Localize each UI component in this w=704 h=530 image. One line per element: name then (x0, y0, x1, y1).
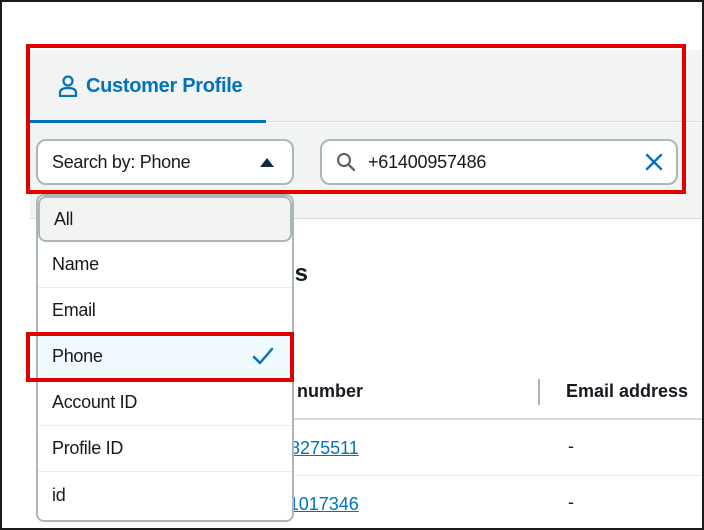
dropdown-option-name[interactable]: Name (38, 242, 292, 288)
search-value: +61400957486 (368, 151, 487, 172)
search-by-dropdown: All Name Email Phone Account ID Profile … (36, 194, 294, 522)
caret-up-icon (260, 158, 274, 167)
tab-customer-profile[interactable]: Customer Profile (30, 50, 266, 124)
tab-bar: Customer Profile (30, 50, 702, 124)
check-icon (252, 347, 274, 365)
dropdown-option-id[interactable]: id (38, 472, 292, 518)
column-divider (538, 379, 540, 405)
table-header: one number Email address (260, 375, 702, 420)
dropdown-option-all[interactable]: All (38, 196, 292, 242)
search-by-select[interactable]: Search by: Phone (36, 139, 294, 185)
screenshot-frame: Customer Profile Search by: Phone +61400… (0, 0, 704, 530)
email-cell: - (568, 492, 574, 512)
search-input[interactable]: +61400957486 (320, 139, 678, 185)
dropdown-option-phone-label: Phone (52, 346, 103, 366)
close-icon[interactable] (644, 152, 664, 172)
dropdown-option-account-id[interactable]: Account ID (38, 380, 292, 426)
column-header-email[interactable]: Email address (566, 381, 688, 402)
table-row: 1418275511 - (260, 420, 702, 476)
dropdown-option-phone[interactable]: Phone (38, 334, 292, 380)
search-by-label: Search by: Phone (52, 151, 191, 172)
dropdown-option-email[interactable]: Email (38, 288, 292, 334)
tab-label: Customer Profile (86, 74, 243, 97)
user-icon (58, 75, 78, 97)
dropdown-option-profile-id[interactable]: Profile ID (38, 426, 292, 472)
email-cell: - (568, 436, 574, 456)
table-row: 1411017346 - (260, 476, 702, 528)
search-icon (337, 153, 356, 172)
